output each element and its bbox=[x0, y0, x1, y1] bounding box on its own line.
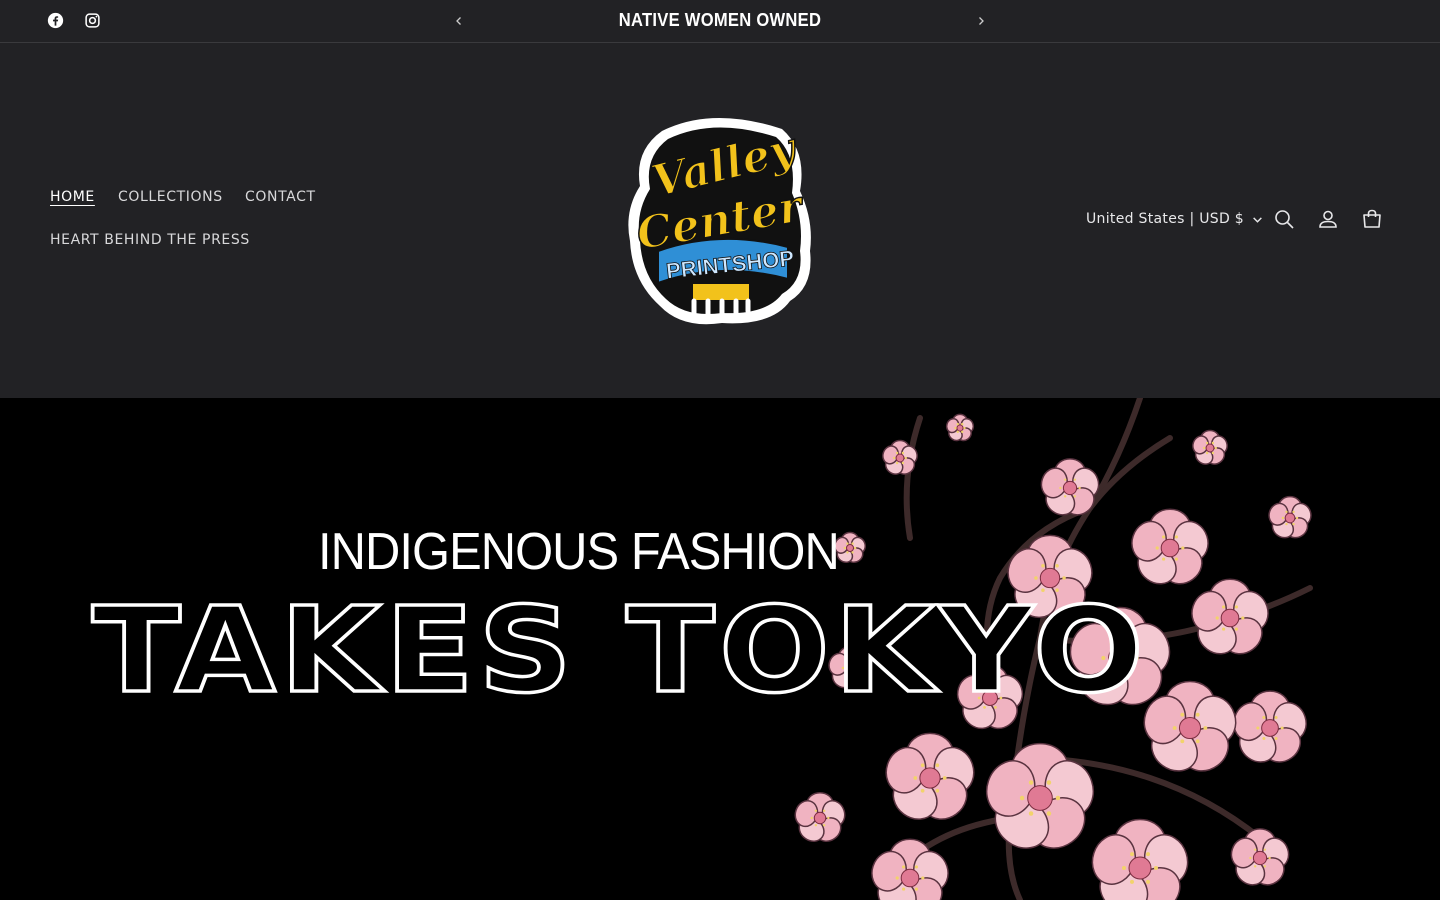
chevron-right-icon bbox=[979, 17, 984, 25]
cherry-blossom bbox=[945, 413, 975, 442]
account-button[interactable] bbox=[1316, 207, 1340, 231]
facebook-icon bbox=[47, 12, 64, 29]
chevron-left-icon bbox=[456, 17, 461, 25]
facebook-link[interactable] bbox=[47, 12, 64, 29]
cart-icon bbox=[1363, 209, 1381, 228]
cherry-blossom bbox=[1191, 578, 1269, 655]
cherry-blossom bbox=[1230, 828, 1290, 886]
country-currency-selector[interactable]: United States | USD $ bbox=[1086, 211, 1263, 227]
announcement-text: NATIVE WOMEN OWNED bbox=[618, 10, 822, 30]
social-links bbox=[47, 12, 101, 29]
cherry-blossom bbox=[1040, 458, 1100, 516]
site-header: HOME COLLECTIONS CONTACT HEART BEHIND TH… bbox=[0, 43, 1440, 398]
instagram-icon bbox=[85, 13, 100, 28]
announcement-prev-button[interactable] bbox=[450, 12, 468, 30]
cherry-blossom bbox=[1268, 495, 1312, 539]
hero-banner[interactable]: INDIGENOUS FASHION TAKES TOKYO bbox=[0, 398, 1440, 900]
valley-center-printshop-logo[interactable]: Valley Center PRINTSHOP bbox=[622, 111, 818, 331]
country-currency-label: United States | USD $ bbox=[1086, 211, 1244, 227]
hero-subtitle: INDIGENOUS FASHION bbox=[318, 523, 840, 581]
search-button[interactable] bbox=[1272, 207, 1296, 231]
account-icon bbox=[1319, 210, 1337, 228]
cherry-blossom bbox=[1192, 429, 1228, 465]
announcement-next-button[interactable] bbox=[972, 12, 990, 30]
nav-collections[interactable]: COLLECTIONS bbox=[118, 189, 223, 205]
hero-title-text: TAKES TOKYO bbox=[92, 593, 1148, 703]
nav-home[interactable]: HOME bbox=[50, 189, 95, 205]
cherry-blossom bbox=[885, 732, 975, 820]
announcement-bar: NATIVE WOMEN OWNED bbox=[0, 0, 1440, 43]
nav-heart-behind-the-press[interactable]: HEART BEHIND THE PRESS bbox=[50, 232, 250, 248]
cart-button[interactable] bbox=[1360, 207, 1384, 231]
cherry-blossom bbox=[1091, 818, 1189, 900]
cherry-blossom bbox=[1131, 508, 1209, 585]
search-icon bbox=[1275, 210, 1294, 229]
cherry-blossom bbox=[1233, 690, 1307, 763]
hero-title: TAKES TOKYO bbox=[90, 593, 1148, 703]
chevron-down-icon bbox=[1253, 216, 1262, 223]
instagram-link[interactable] bbox=[84, 12, 101, 29]
nav-contact[interactable]: CONTACT bbox=[245, 189, 316, 205]
cherry-blossom bbox=[794, 792, 846, 842]
cherry-blossom bbox=[871, 838, 949, 900]
